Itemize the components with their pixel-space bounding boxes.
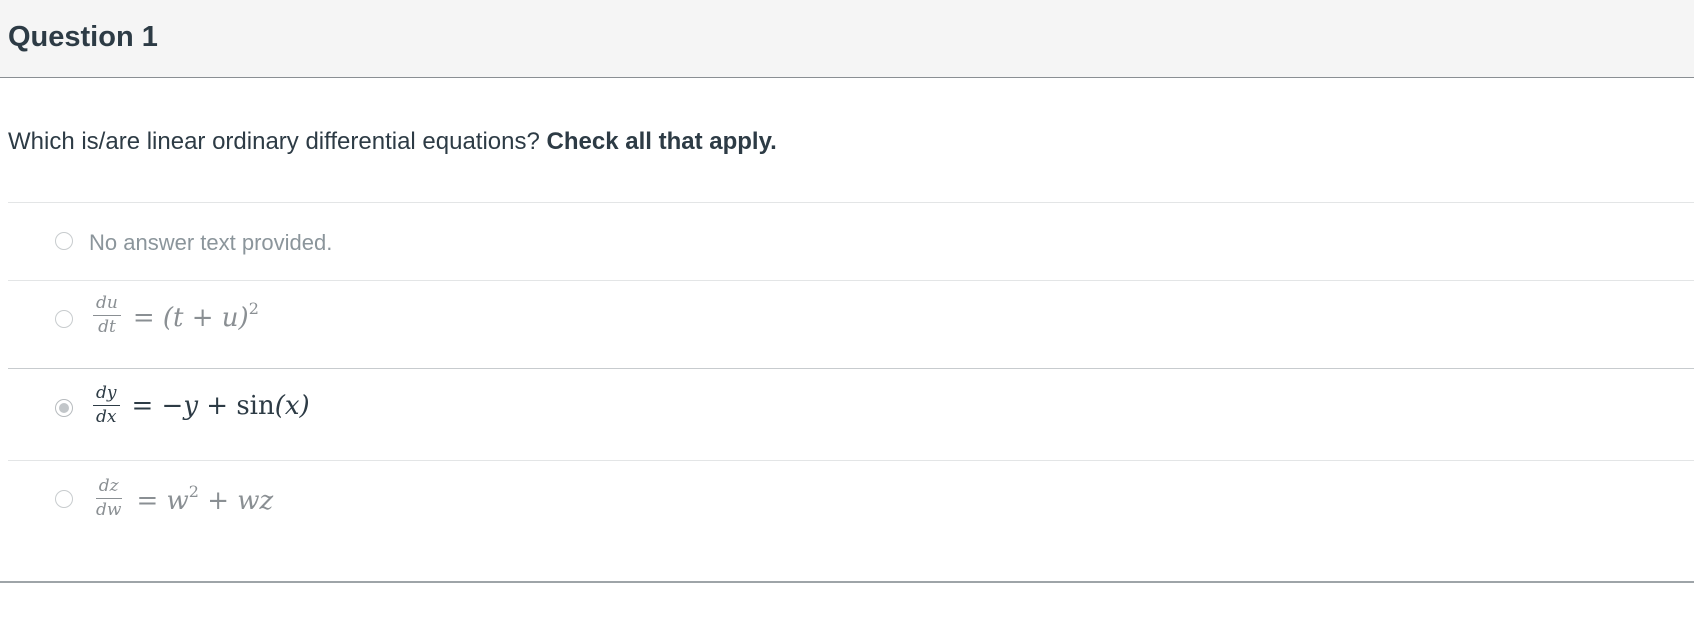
answer-text-1: No answer text provided. [89, 230, 333, 255]
answer-option-4[interactable]: dz dw = w2 + wz [8, 461, 1694, 551]
equation-rhs: = w2 + wz [136, 481, 274, 516]
answer-radio-4[interactable] [55, 490, 73, 508]
question-instruction: Check all that apply. [546, 128, 777, 155]
answer-radio-3[interactable] [55, 399, 73, 417]
question-bottom-rule [0, 581, 1694, 583]
question-header: Question 1 [0, 0, 1694, 78]
equation-rhs: = −y + sin(x) [131, 390, 310, 421]
answer-option-1[interactable]: No answer text provided. [8, 203, 1694, 280]
question-prompt: Which is/are linear ordinary differentia… [8, 128, 540, 155]
answer-equation-2: du dt = (t + u)2 [93, 295, 259, 336]
question-text: Which is/are linear ordinary differentia… [8, 128, 777, 156]
derivative-fraction: du dt [93, 295, 121, 336]
answer-equation-3: dy dx = −y + sin(x) [93, 385, 310, 426]
answer-option-2[interactable]: du dt = (t + u)2 [8, 281, 1694, 368]
answer-equation-4: dz dw = w2 + wz [93, 478, 273, 519]
equation-rhs: = (t + u)2 [132, 298, 259, 333]
derivative-fraction: dz dw [95, 476, 122, 520]
answer-radio-2[interactable] [55, 310, 73, 328]
derivative-fraction: dy dx [93, 385, 120, 426]
question-title: Question 1 [8, 21, 158, 53]
answer-radio-1[interactable] [55, 232, 73, 250]
answer-option-3[interactable]: dy dx = −y + sin(x) [8, 369, 1694, 460]
